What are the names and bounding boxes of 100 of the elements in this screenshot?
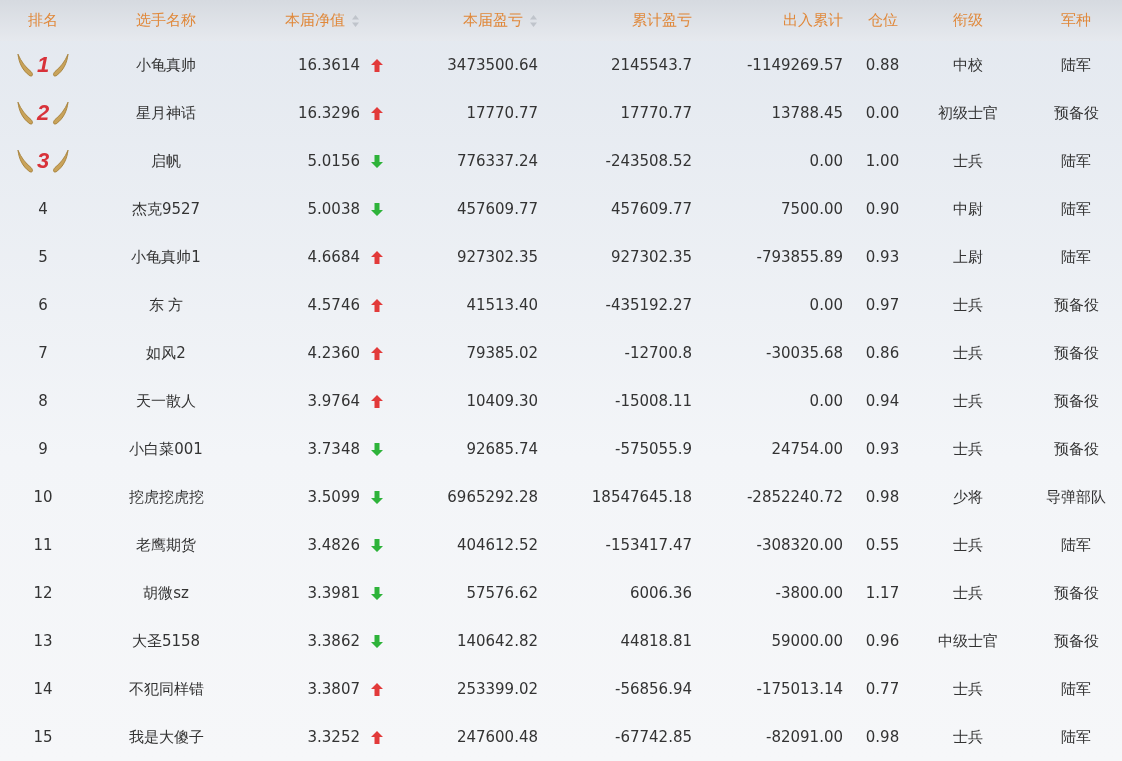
table-cell-text: 6965292.28: [446, 488, 539, 506]
sort-icon[interactable]: [351, 13, 360, 28]
player-name: 老鹰期货: [135, 535, 197, 555]
table-cell-text: 0.88: [864, 56, 901, 74]
table-cell-text: 57576.62: [465, 584, 539, 602]
rank-number: 1: [36, 52, 50, 78]
wing-icon: [51, 52, 72, 78]
table-cell: 4.2360: [307, 344, 360, 362]
player-name: 天一散人: [135, 391, 197, 411]
table-cell-text: 预备役: [1052, 391, 1100, 411]
table-cell: 5.0038: [307, 200, 360, 218]
table-cell: 3.7348: [307, 440, 360, 458]
table-cell-text: 预备役: [1052, 631, 1100, 651]
table-cell-text: 预备役: [1052, 583, 1100, 603]
table-cell-text: 0.98: [864, 728, 901, 746]
table-cell-text: 927302.35: [455, 248, 539, 266]
table-cell-text: -793855.89: [755, 248, 844, 266]
rank-number: 14: [32, 680, 54, 698]
rank-number: 15: [32, 728, 54, 746]
table-cell-text: -82091.00: [765, 728, 844, 746]
table-cell-text: -575055.9: [614, 440, 693, 458]
table-cell-text: 士兵: [951, 151, 984, 171]
table-cell-text: 0.00: [808, 152, 844, 170]
sort-icon[interactable]: [529, 13, 538, 28]
table-cell-text: 预备役: [1052, 103, 1100, 123]
table-cell-text: -30035.68: [765, 344, 844, 362]
table-cell-text: 3473500.64: [446, 56, 539, 74]
table-cell-text: 6006.36: [628, 584, 693, 602]
table-cell-text: 1.00: [864, 152, 901, 170]
table-cell-text: 士兵: [951, 727, 984, 747]
table-cell-text: 士兵: [951, 391, 984, 411]
rank-number: 7: [37, 344, 49, 362]
table-cell-text: -56856.94: [614, 680, 693, 698]
column-header[interactable]: 本届净值: [285, 11, 345, 30]
table-cell-text: 0.00: [808, 296, 844, 314]
table-cell-text: 士兵: [951, 535, 984, 555]
rank-number: 8: [37, 392, 49, 410]
column-header: 军种: [1061, 11, 1091, 30]
table-cell: 3.9764: [307, 392, 360, 410]
table-cell-text: 陆军: [1060, 247, 1092, 267]
table-cell: 3.3981: [307, 584, 360, 602]
table-cell-text: 陆军: [1060, 151, 1092, 171]
table-cell-text: 0.94: [864, 392, 901, 410]
table-cell-text: -435192.27: [604, 296, 693, 314]
column-header[interactable]: 本届盈亏: [463, 11, 523, 30]
rank-number: 4: [37, 200, 49, 218]
table-cell-text: 253399.02: [455, 680, 539, 698]
table-cell-text: 0.86: [864, 344, 901, 362]
table-cell-text: 18547645.18: [590, 488, 693, 506]
player-name: 不犯同样错: [127, 679, 205, 699]
player-name: 挖虎挖虎挖: [127, 487, 205, 507]
table-cell: 5.0156: [307, 152, 360, 170]
table-cell: 4.6684: [307, 248, 360, 266]
rank-number: 3: [36, 148, 50, 174]
wing-icon: [14, 52, 35, 78]
table-cell-text: 0.90: [864, 200, 901, 218]
player-name: 东 方: [147, 295, 185, 315]
table-cell-text: 457609.77: [609, 200, 693, 218]
wing-icon: [14, 100, 35, 126]
table-cell-text: 士兵: [951, 679, 984, 699]
table-cell-text: 13788.45: [770, 104, 844, 122]
table-cell-text: 247600.48: [455, 728, 539, 746]
table-cell-text: 0.97: [864, 296, 901, 314]
table-cell: 4.5746: [307, 296, 360, 314]
table-cell-text: 17770.77: [619, 104, 693, 122]
table-cell-text: 457609.77: [455, 200, 539, 218]
column-header: 出入累计: [783, 11, 843, 30]
table-cell-text: 预备役: [1052, 295, 1100, 315]
column-header: 选手名称: [136, 11, 196, 30]
table-cell-text: 7500.00: [779, 200, 844, 218]
table-cell-text: 士兵: [951, 439, 984, 459]
table-cell: 3.3252: [307, 728, 360, 746]
table-cell-text: -175013.14: [755, 680, 844, 698]
table-cell: 3.4826: [307, 536, 360, 554]
table-cell-text: 初级士官: [936, 103, 999, 123]
table-cell-text: 0.93: [864, 440, 901, 458]
table-cell-text: -1149269.57: [745, 56, 844, 74]
table-cell-text: 927302.35: [609, 248, 693, 266]
table-cell-text: 0.93: [864, 248, 901, 266]
wing-icon: [51, 148, 72, 174]
wing-icon: [14, 148, 35, 174]
table-cell-text: 导弹部队: [1045, 487, 1107, 507]
rank-number: 10: [32, 488, 54, 506]
column-header: 仓位: [867, 11, 898, 30]
table-cell-text: 79385.02: [465, 344, 539, 362]
table-cell: 3.3807: [307, 680, 360, 698]
player-name: 杰克9527: [130, 199, 202, 219]
table-cell-text: 预备役: [1052, 439, 1100, 459]
table-cell-text: 2145543.7: [609, 56, 693, 74]
table-cell-text: 17770.77: [465, 104, 539, 122]
player-name: 小龟真帅: [135, 55, 197, 75]
rank-number: 12: [32, 584, 54, 602]
table-cell-text: 陆军: [1060, 535, 1092, 555]
player-name: 我是大傻子: [127, 727, 205, 747]
column-header: 排名: [28, 11, 58, 30]
table-cell-text: 陆军: [1060, 199, 1092, 219]
table-cell-text: -3800.00: [774, 584, 844, 602]
table-cell-text: 陆军: [1060, 55, 1092, 75]
table-cell-text: 中尉: [951, 199, 984, 219]
table-cell-text: -153417.47: [604, 536, 693, 554]
